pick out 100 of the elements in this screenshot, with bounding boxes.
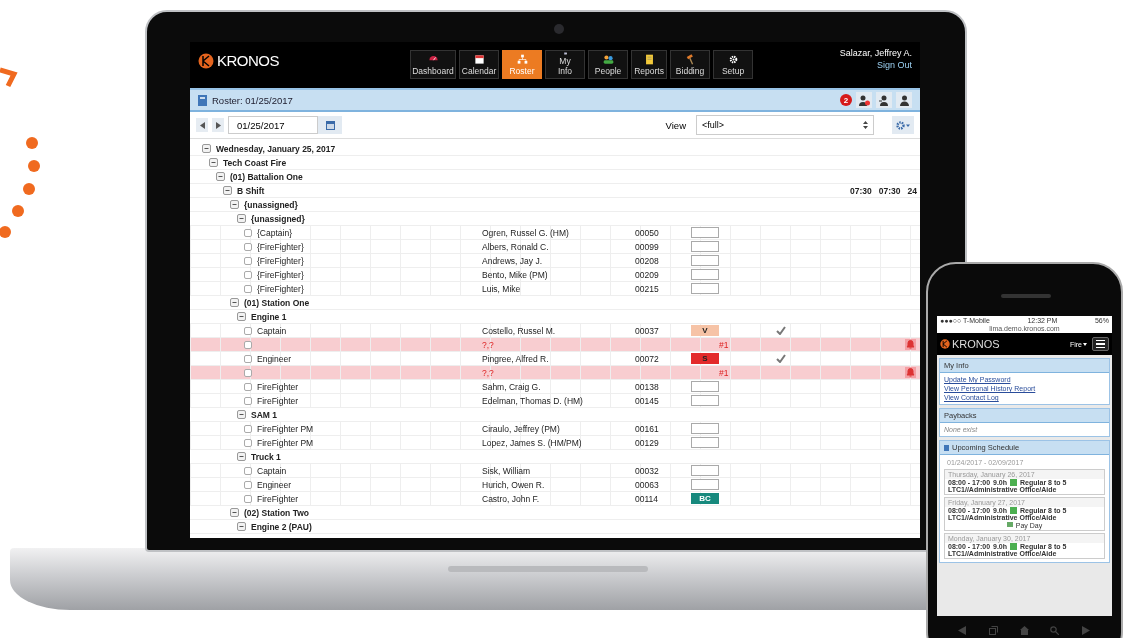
unfilled-name: ?,?	[482, 339, 494, 350]
employee-number: 00050	[635, 227, 659, 238]
employee-number: 00138	[635, 381, 659, 392]
row-checkbox[interactable]	[244, 326, 252, 335]
collapse-toggle[interactable]	[223, 186, 232, 195]
back-icon[interactable]	[958, 626, 967, 635]
employee-name: Ogren, Russel G. (HM)	[482, 227, 569, 238]
row-checkbox[interactable]	[244, 424, 252, 433]
employee-name: Costello, Russel M.	[482, 325, 556, 336]
shift-slot[interactable]	[691, 269, 719, 280]
group-label: {unassigned}	[244, 199, 298, 210]
nav-tab[interactable]: Calendar	[459, 50, 499, 79]
group-label: Engine 2 (PAU)	[251, 521, 312, 532]
nav-tab[interactable]: My Info	[545, 50, 585, 79]
shift-time: 24	[907, 185, 917, 196]
nav-tab[interactable]: Dashboard	[410, 50, 456, 79]
bell-icon[interactable]	[905, 339, 916, 350]
bell-icon[interactable]	[905, 367, 916, 378]
search-icon[interactable]	[1050, 626, 1060, 635]
collapse-toggle[interactable]	[230, 508, 239, 517]
shift-code[interactable]: S	[691, 353, 719, 364]
nav-tab[interactable]: People	[588, 50, 628, 79]
sign-out-link[interactable]: Sign Out	[839, 60, 912, 70]
view-select[interactable]: <full>	[696, 115, 874, 135]
recent-apps-icon[interactable]	[988, 626, 998, 635]
shift-code[interactable]: BC	[691, 493, 719, 504]
collapse-toggle[interactable]	[237, 410, 246, 419]
nav-tab[interactable]: Setup	[713, 50, 753, 79]
calendar-button[interactable]	[318, 116, 342, 134]
shift-slot[interactable]	[691, 437, 719, 448]
collapse-toggle[interactable]	[230, 298, 239, 307]
people-icon	[602, 54, 614, 65]
group-label: (01) Battalion One	[230, 171, 303, 182]
person-swap-button[interactable]	[876, 92, 892, 108]
collapse-toggle[interactable]	[216, 172, 225, 181]
shift-slot[interactable]	[691, 423, 719, 434]
nav-tab[interactable]: Reports	[631, 50, 667, 79]
nav-tab[interactable]: Bidding	[670, 50, 710, 79]
settings-button[interactable]	[892, 116, 914, 134]
date-field[interactable]: 01/25/2017	[228, 116, 318, 134]
document-icon	[643, 54, 655, 65]
speaker-grille	[1001, 294, 1051, 298]
shift-code[interactable]: V	[691, 325, 719, 336]
row-checkbox[interactable]	[244, 382, 252, 391]
row-checkbox[interactable]	[244, 284, 252, 293]
previous-button[interactable]	[196, 118, 208, 132]
position-label: {Captain}	[257, 227, 292, 238]
pay-code-swatch	[1010, 543, 1018, 550]
person-button[interactable]	[896, 92, 912, 108]
collapse-toggle[interactable]	[237, 312, 246, 321]
shift-slot[interactable]	[691, 381, 719, 392]
row-checkbox[interactable]	[244, 242, 252, 251]
position-label: FireFighter PM	[257, 423, 314, 434]
row-checkbox[interactable]	[244, 340, 252, 349]
row-checkbox[interactable]	[244, 270, 252, 279]
vacancy-note: #1	[719, 339, 729, 350]
collapse-toggle[interactable]	[209, 158, 218, 167]
employee-name: Hurich, Owen R.	[482, 479, 545, 490]
row-checkbox[interactable]	[244, 438, 252, 447]
gavel-icon	[684, 54, 696, 65]
alert-person-button[interactable]	[856, 92, 872, 108]
collapse-toggle[interactable]	[202, 144, 211, 153]
shift-slot[interactable]	[691, 241, 719, 252]
book-icon	[198, 94, 207, 106]
employee-name: Sisk, William	[482, 465, 531, 476]
employee-number: 00129	[635, 437, 659, 448]
logo-icon	[198, 52, 214, 69]
employee-name: Albers, Ronald C.	[482, 241, 549, 252]
collapse-toggle[interactable]	[237, 452, 246, 461]
shift-slot[interactable]	[691, 255, 719, 266]
row-checkbox[interactable]	[244, 256, 252, 265]
left-arrow-icon	[199, 121, 205, 129]
row-checkbox[interactable]	[244, 368, 252, 377]
calendar-icon	[473, 54, 485, 65]
home-icon[interactable]	[1019, 626, 1029, 635]
row-checkbox[interactable]	[244, 494, 252, 503]
row-checkbox[interactable]	[244, 480, 252, 489]
group-label: {unassigned}	[251, 213, 305, 224]
calendar-icon	[325, 120, 335, 130]
next-button[interactable]	[212, 118, 224, 132]
app-logo: KRONOS	[952, 338, 1000, 350]
pay-code-swatch	[1010, 507, 1018, 514]
row-checkbox[interactable]	[244, 354, 252, 363]
shift-slot[interactable]	[691, 395, 719, 406]
shift-slot[interactable]	[691, 283, 719, 294]
position-label: {FireFighter}	[257, 241, 304, 252]
employee-name: Ciraulo, Jeffrey (PM)	[482, 423, 560, 434]
row-checkbox[interactable]	[244, 466, 252, 475]
collapse-toggle[interactable]	[237, 522, 246, 531]
menu-button[interactable]	[1092, 337, 1109, 351]
row-checkbox[interactable]	[244, 228, 252, 237]
employee-number: 00114	[635, 493, 658, 504]
row-checkbox[interactable]	[244, 396, 252, 405]
collapse-toggle[interactable]	[230, 200, 239, 209]
collapse-toggle[interactable]	[237, 214, 246, 223]
forward-icon[interactable]	[1081, 626, 1090, 635]
shift-slot[interactable]	[691, 227, 719, 238]
shift-slot[interactable]	[691, 465, 719, 476]
position-label: FireFighter	[257, 493, 299, 504]
shift-slot[interactable]	[691, 479, 719, 490]
